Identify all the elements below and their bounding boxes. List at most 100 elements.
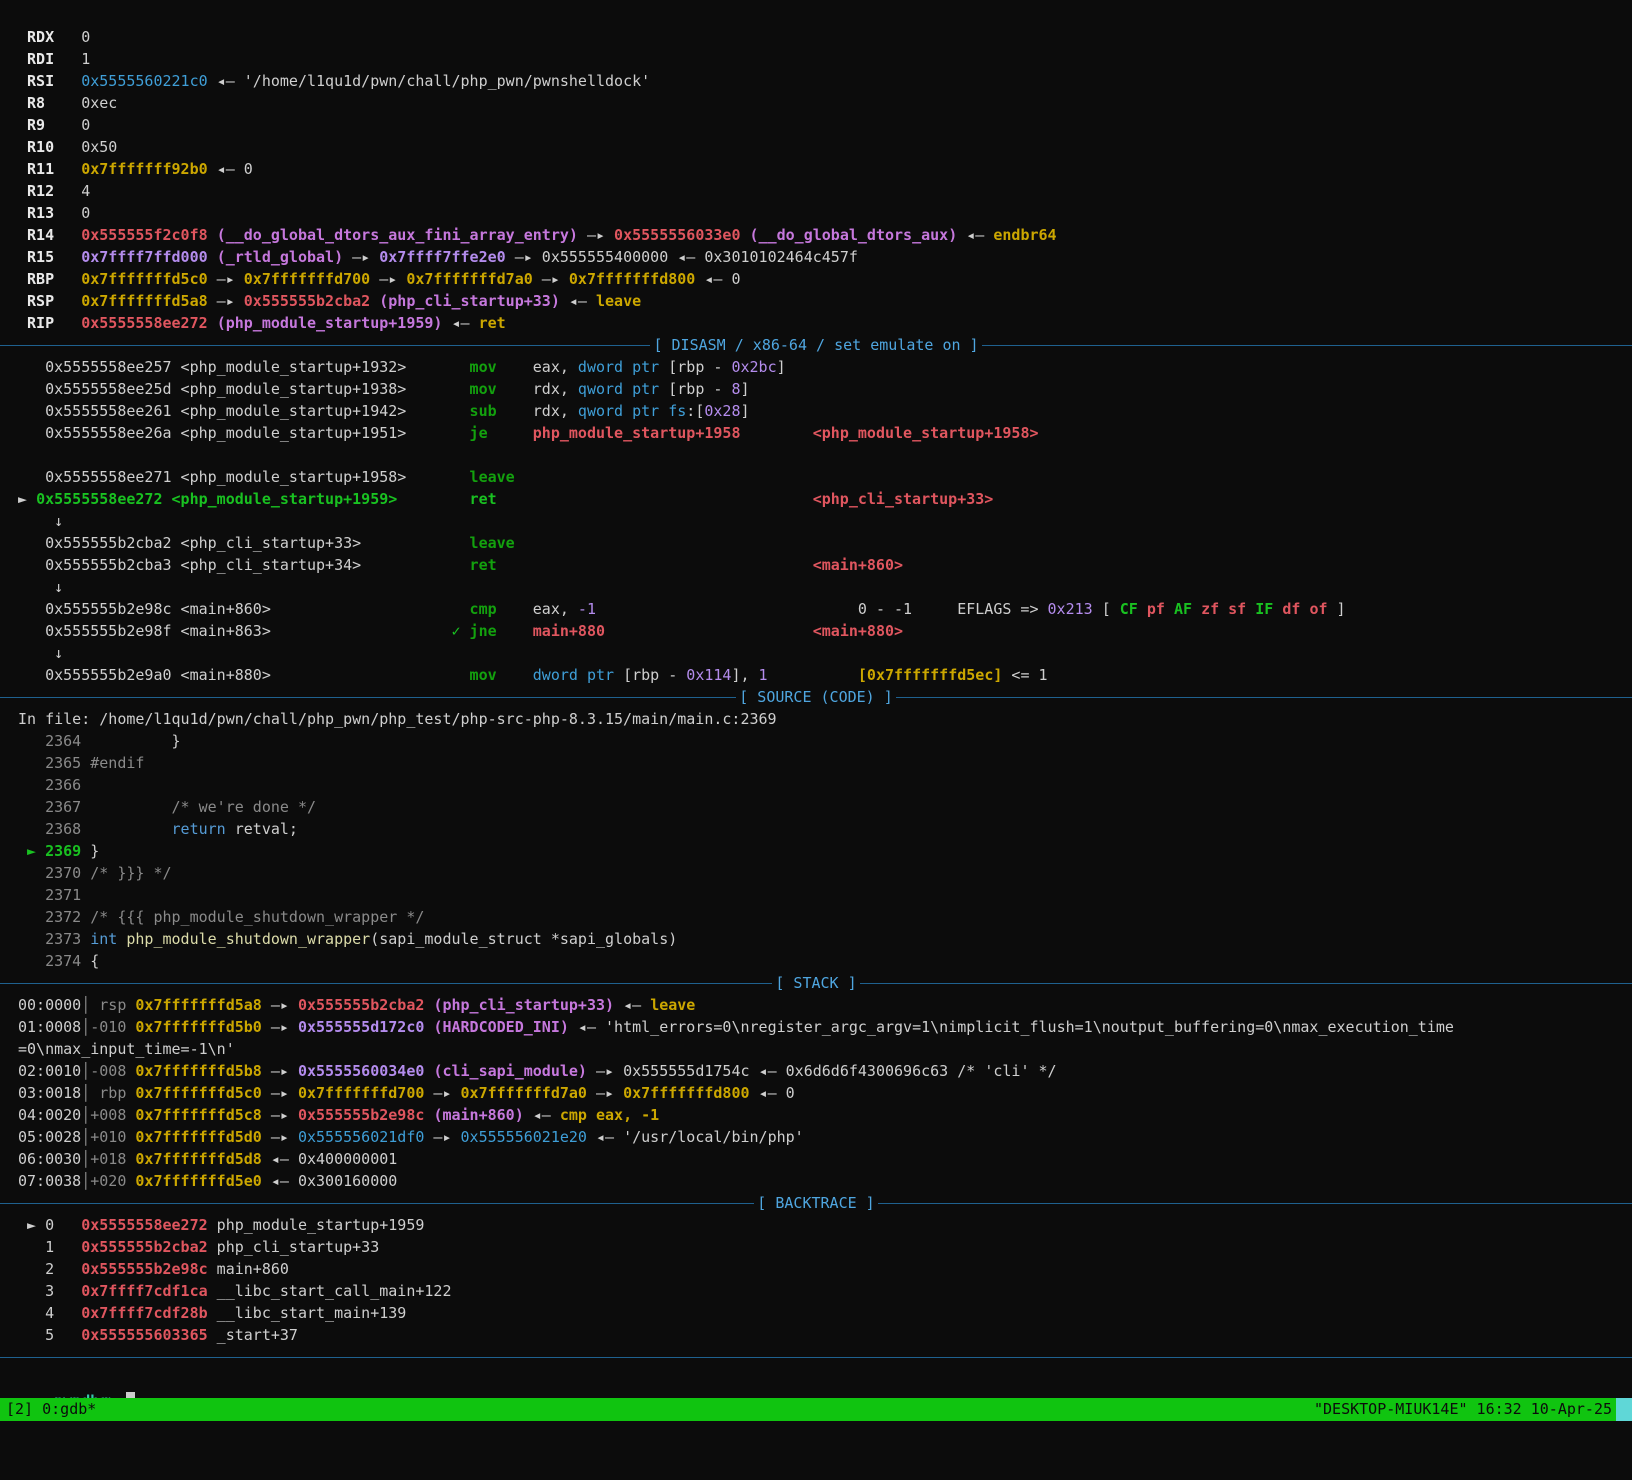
text-segment: php_module_startup+1958 (532, 424, 741, 442)
text-segment: ret (478, 314, 506, 332)
text-segment: 0x213 (1047, 600, 1093, 618)
text-segment: 1 (81, 50, 91, 68)
terminal-line: 2365 #endif (18, 752, 1632, 774)
terminal-line: 2374 { (18, 950, 1632, 972)
text-segment: return (171, 820, 226, 838)
terminal-line: 2364 } (18, 730, 1632, 752)
terminal-screen[interactable]: RDX 0 RDI 1 RSI 0x5555560221c0 ◂— '/home… (0, 0, 1632, 1410)
text-segment (1192, 600, 1201, 618)
terminal-line: 0x5555558ee261 <php_module_startup+1942>… (18, 400, 1632, 422)
text-segment: sub (469, 402, 497, 420)
text-segment: } (81, 732, 181, 750)
text-segment: mov (469, 380, 497, 398)
text-segment: 0x7fffffffd800 (623, 1084, 750, 1102)
tmux-session-window[interactable]: [2] 0:gdb* (6, 1398, 96, 1421)
text-segment: ◂— 0 (749, 1084, 795, 1102)
text-segment: ◂— '/usr/local/bin/php' (586, 1128, 804, 1146)
text-segment: zf (1201, 600, 1220, 618)
text-segment: fs (668, 402, 687, 420)
text-segment: (cli_sapi_module) (433, 1062, 587, 1080)
text-segment: pf (1146, 600, 1165, 618)
text-segment: 0x555555f2c0f8 (81, 226, 208, 244)
text-segment: 0x7fffffffd5b0 (135, 1018, 262, 1036)
source-section-title: [ SOURCE (CODE) ] (739, 688, 893, 706)
text-segment: ] (740, 380, 750, 398)
text-segment (208, 226, 217, 244)
command-prompt[interactable]: pwndbg> (0, 1368, 1632, 1410)
text-segment: R13 (18, 204, 82, 222)
text-segment: leave (650, 996, 696, 1014)
text-segment: qword ptr (577, 402, 660, 420)
terminal-line: R11 0x7fffffff92b0 ◂— 0 (18, 158, 1632, 180)
text-segment: 05:0028 (18, 1128, 82, 1146)
text-segment: 0x7fffffffd5a8 (135, 996, 262, 1014)
text-segment: 0x555555d172c0 (297, 1018, 425, 1036)
terminal-line: In file: /home/l1qu1d/pwn/chall/php_pwn/… (18, 708, 1632, 730)
text-segment: 0x5555558ee26a <php_module_startup+1951> (18, 424, 470, 442)
text-segment: =0\nmax_input_time=-1\n' (18, 1040, 235, 1058)
terminal-line: 03:0018│ rbp 0x7fffffffd5c0 —▸ 0x7ffffff… (18, 1082, 1632, 1104)
text-segment: /* {{{ php_module_shutdown_wrapper */ (90, 908, 425, 926)
text-segment: leave (469, 468, 515, 486)
text-segment: R12 (18, 182, 82, 200)
terminal-line: 0x555555b2e98c <main+860> cmp eax, -1 0 … (18, 598, 1632, 620)
text-segment: —▸ (343, 248, 380, 266)
terminal-line: R8 0xec (18, 92, 1632, 114)
text-segment: R15 (18, 248, 82, 266)
terminal-line: 00:0000│ rsp 0x7fffffffd5a8 —▸ 0x555555b… (18, 994, 1632, 1016)
text-segment: (__do_global_dtors_aux_fini_array_entry) (216, 226, 578, 244)
text-segment: 0x7fffffffd5b8 (135, 1062, 262, 1080)
stack-section-title: [ STACK ] (775, 974, 857, 992)
text-segment: │-010 (81, 1018, 136, 1036)
text-segment: 0xec (81, 94, 118, 112)
text-segment: 4 (81, 182, 91, 200)
text-segment: 0x555555b2e9a0 <main+880> (18, 666, 470, 684)
text-segment: _start+37 (207, 1326, 298, 1344)
text-segment: —▸ (261, 1018, 298, 1036)
terminal-line: 0x555555b2e98f <main+863> ✓ jne main+880… (18, 620, 1632, 642)
text-segment: 0x555555b2cba2 (81, 1238, 208, 1256)
text-segment: (php_cli_startup+33) (379, 292, 560, 310)
text-segment (659, 402, 668, 420)
text-segment: [rbp - (659, 380, 732, 398)
text-segment: —▸ (261, 996, 298, 1014)
terminal-line: =0\nmax_input_time=-1\n' (18, 1038, 1632, 1060)
text-segment (1138, 600, 1147, 618)
text-segment: —▸ (532, 270, 569, 288)
text-segment: 0x7fffffffd7a0 (406, 270, 533, 288)
terminal-line: 01:0008│-010 0x7fffffffd5b0 —▸ 0x555555d… (18, 1016, 1632, 1038)
text-segment: 0 (81, 28, 91, 46)
tmux-host-clock: "DESKTOP-MIUK14E" 16:32 10-Apr-25 (1313, 1400, 1612, 1418)
text-segment: main+880 (532, 622, 606, 640)
text-segment: —▸ (424, 1084, 461, 1102)
text-segment: 0x5555558ee261 <php_module_startup+1942> (18, 402, 470, 420)
text-segment: 0x555555b2cba3 <php_cli_startup+34> (18, 556, 470, 574)
text-segment (81, 798, 171, 816)
text-segment: sf (1228, 600, 1247, 618)
registers-panel: RDX 0 RDI 1 RSI 0x5555560221c0 ◂— '/home… (0, 26, 1632, 334)
terminal-line: 2 0x555555b2e98c main+860 (18, 1258, 1632, 1280)
terminal-line: 2368 return retval; (18, 818, 1632, 840)
text-segment: RSI (18, 72, 82, 90)
text-segment: ] (740, 402, 750, 420)
text-segment (497, 490, 813, 508)
text-segment: 0x5555558ee271 <php_module_startup+1958> (18, 468, 470, 486)
terminal-line: RIP 0x5555558ee272 (php_module_startup+1… (18, 312, 1632, 334)
text-segment (768, 666, 858, 684)
text-segment: R11 (18, 160, 82, 178)
text-segment: R10 (18, 138, 82, 156)
text-segment: leave (469, 534, 515, 552)
terminal-line: 02:0010│-008 0x7fffffffd5b8 —▸ 0x5555560… (18, 1060, 1632, 1082)
text-segment: 0x5555558ee25d <php_module_startup+1938> (18, 380, 470, 398)
terminal-line: RDX 0 (18, 26, 1632, 48)
text-segment: 0x7fffffffd5d0 (135, 1128, 262, 1146)
text-segment: 0 - -1 EFLAGS => (595, 600, 1048, 618)
text-segment: <php_module_startup+1958> (812, 424, 1039, 442)
text-segment (488, 424, 533, 442)
text-segment (740, 226, 749, 244)
text-segment: php_cli_startup+33 (207, 1238, 380, 1256)
text-segment: ◂— 0x400000001 (261, 1150, 398, 1168)
text-segment: 2368 (18, 820, 82, 838)
text-segment (1273, 600, 1282, 618)
text-segment: R9 (18, 116, 82, 134)
